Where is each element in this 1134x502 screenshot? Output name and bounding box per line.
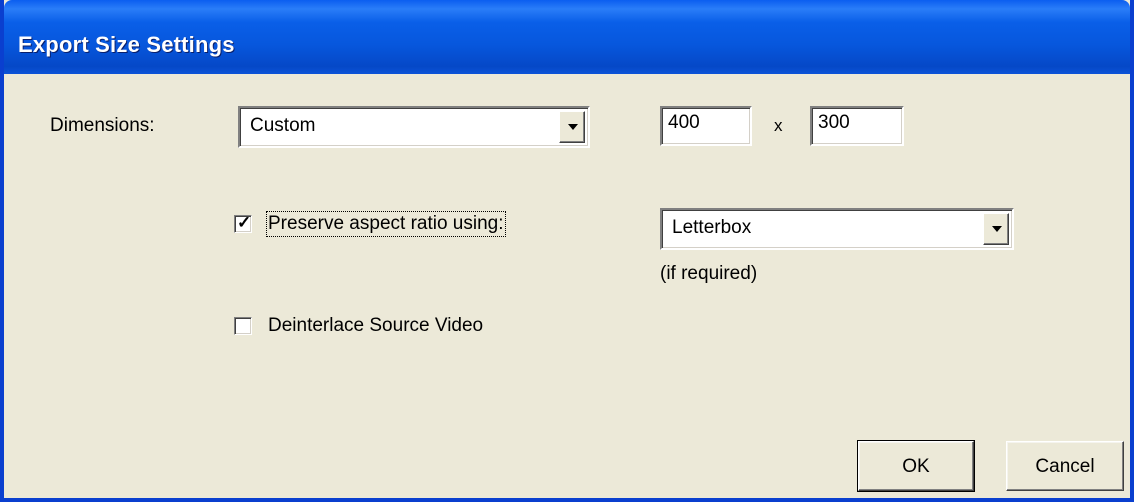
- dimensions-label: Dimensions:: [50, 115, 155, 136]
- preserve-aspect-label[interactable]: Preserve aspect ratio using:: [266, 211, 506, 237]
- dimensions-preset-dropdown[interactable]: Custom: [238, 106, 590, 148]
- dimensions-preset-value: Custom: [250, 115, 316, 136]
- chevron-down-icon: [568, 124, 578, 130]
- chevron-down-icon: [992, 226, 1002, 232]
- dimension-separator: x: [774, 116, 783, 135]
- export-size-dialog: Export Size Settings Dimensions: Custom …: [0, 0, 1134, 502]
- ok-button-label: OK: [902, 456, 930, 477]
- deinterlace-checkbox[interactable]: [234, 317, 252, 335]
- cancel-button-label: Cancel: [1035, 456, 1095, 477]
- dialog-title: Export Size Settings: [18, 32, 235, 57]
- dimensions-dropdown-arrow-button[interactable]: [559, 111, 585, 143]
- width-value: 400: [668, 112, 700, 133]
- title-bar[interactable]: Export Size Settings: [4, 0, 1130, 74]
- aspect-dropdown-arrow-button[interactable]: [983, 213, 1009, 245]
- if-required-note: (if required): [660, 263, 758, 284]
- aspect-method-dropdown[interactable]: Letterbox: [660, 208, 1014, 250]
- height-value: 300: [818, 112, 850, 133]
- aspect-method-value: Letterbox: [672, 217, 752, 238]
- deinterlace-label[interactable]: Deinterlace Source Video: [268, 315, 483, 337]
- height-input[interactable]: 300: [810, 106, 904, 146]
- checkmark-icon: ✓: [237, 213, 252, 232]
- preserve-aspect-checkbox[interactable]: ✓: [234, 213, 252, 233]
- ok-button[interactable]: OK: [857, 440, 975, 492]
- width-input[interactable]: 400: [660, 106, 752, 146]
- cancel-button[interactable]: Cancel: [1006, 441, 1124, 491]
